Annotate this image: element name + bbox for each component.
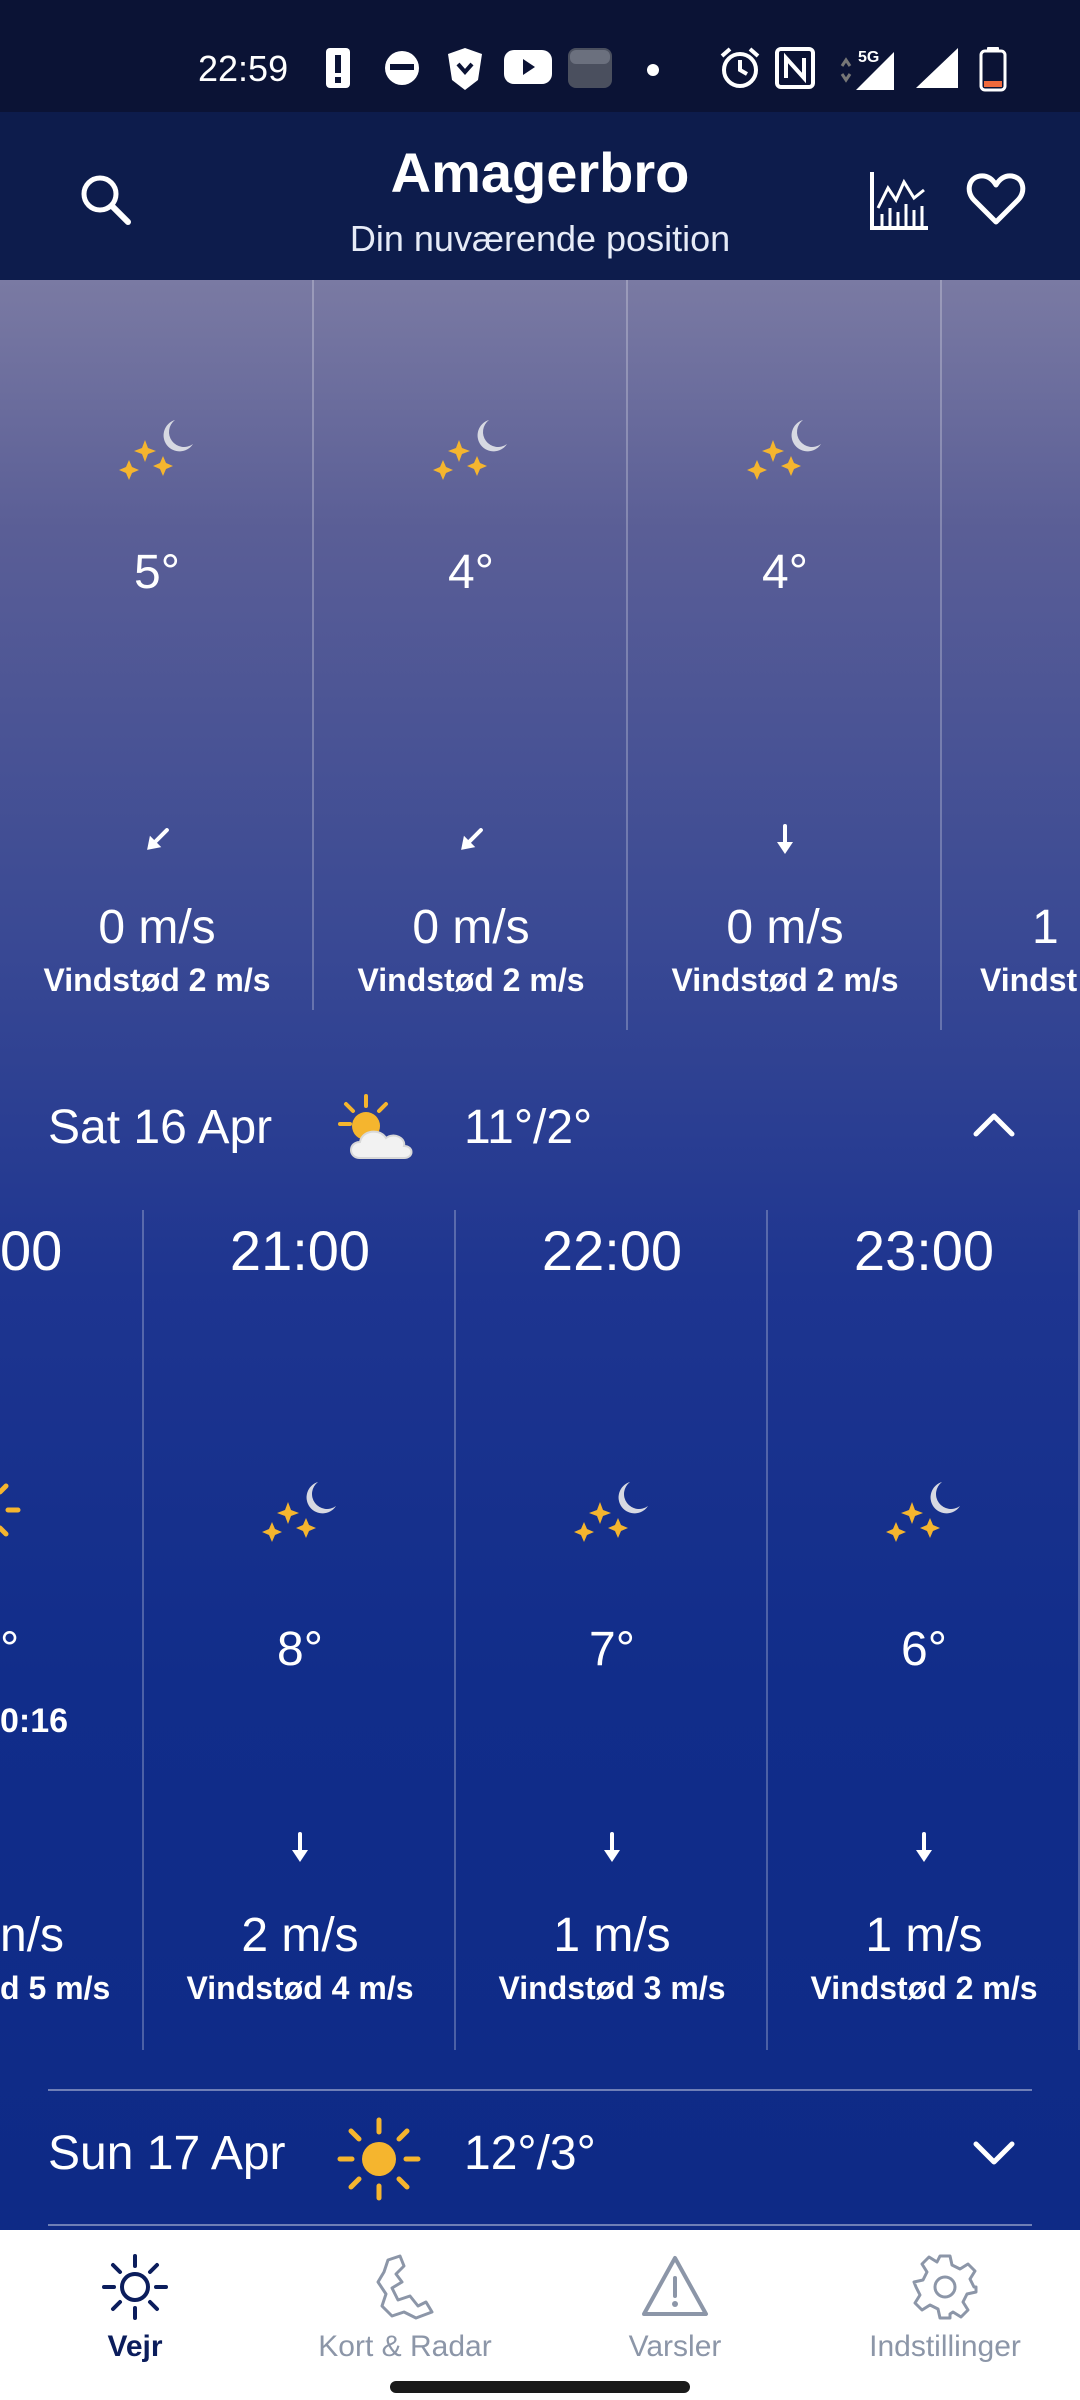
hour-wind: n/s (0, 1909, 65, 1962)
sat-hourly-strip[interactable]: 00 ° 0:16 n/s d 5 m/s 21:00 8° 2 m/s Vin… (0, 1210, 1080, 2050)
hour-gust: Vindstød 3 m/s (498, 1970, 726, 2006)
hour-temp: 4° (762, 546, 808, 599)
status-bar: 22:59 5G (0, 0, 1080, 112)
favorite-button[interactable] (956, 160, 1036, 240)
signal-5g-icon: 5G (840, 49, 894, 90)
hour-gust: Vindstød 2 m/s (357, 962, 585, 998)
upper-hourly-strip[interactable]: 5° 0 m/s Vindstød 2 m/s 4° 0 m/s Vindstø… (0, 280, 1080, 1030)
day-date: Sat 16 Apr (48, 1101, 273, 1154)
gear-icon (912, 2254, 978, 2320)
divider (48, 2089, 1032, 2091)
hour-column: 4° 0 m/s Vindstød 2 m/s (628, 280, 942, 1030)
hour-time: 21:00 (229, 1219, 371, 1282)
hour-wind: 1 m/s (553, 1909, 671, 1962)
hour-column: 5° 0 m/s Vindstød 2 m/s (0, 280, 314, 1030)
nfc-icon (775, 47, 815, 89)
wind-direction-arrow-icon (914, 1832, 934, 1864)
hour-wind: 0 m/s (726, 901, 844, 954)
day-date: Sun 17 Apr (48, 2127, 286, 2180)
clear-night-icon (262, 1482, 336, 1542)
chevron-down-icon[interactable] (968, 2126, 1020, 2178)
clear-night-icon (433, 420, 507, 480)
more-notifications-icon (647, 64, 659, 76)
hour-gust: Vindstød 2 m/s (43, 962, 271, 998)
hour-column-partial: 00 ° 0:16 n/s d 5 m/s (0, 1210, 144, 2050)
wind-direction-arrow-icon (455, 824, 487, 856)
network-label: 5G (858, 49, 879, 66)
nav-weather[interactable]: Vejr (0, 2252, 270, 2364)
day-row-sun[interactable]: Sun 17 Apr 12°/3° (0, 2096, 1080, 2216)
cell-signal-icon (916, 48, 958, 88)
hour-sunset: 0:16 (0, 1702, 69, 1740)
nav-label: Vejr (107, 2330, 163, 2363)
wind-direction-arrow-icon (290, 1832, 310, 1864)
warning-icon (642, 2256, 708, 2316)
battery-icon (979, 47, 1007, 92)
home-indicator[interactable] (390, 2381, 690, 2393)
favorite-heart-icon (966, 173, 1026, 225)
divider (48, 2224, 1032, 2226)
hour-column-partial: 1 Vindst (942, 280, 1080, 1030)
alarm-icon (720, 47, 760, 88)
hour-wind: 1 m/s (865, 1909, 983, 1962)
hour-time: 22:00 (541, 1219, 683, 1282)
hour-time: 23:00 (853, 1219, 995, 1282)
hour-column: 23:00 6° 1 m/s Vindstød 2 m/s (768, 1210, 1080, 2050)
wind-direction-arrow-icon (775, 824, 795, 856)
hour-column: 22:00 7° 1 m/s Vindstød 3 m/s (456, 1210, 768, 2050)
day-row-sat[interactable]: Sat 16 Apr 11°/2° (0, 1070, 1080, 1190)
clear-night-icon (886, 1482, 960, 1542)
hour-time: 00 (0, 1219, 63, 1282)
hour-wind: 0 m/s (98, 901, 216, 954)
hour-column: 21:00 8° 2 m/s Vindstød 4 m/s (144, 1210, 456, 2050)
hour-temp: 5° (134, 546, 180, 599)
forecast-scroll-area[interactable]: 5° 0 m/s Vindstød 2 m/s 4° 0 m/s Vindstø… (0, 280, 1080, 2230)
wind-direction-arrow-icon (602, 1832, 622, 1864)
hour-temp: 4° (448, 546, 494, 599)
nav-label: Indstillinger (869, 2330, 1021, 2363)
brave-browser-icon (448, 48, 482, 90)
day-temps: 11°/2° (464, 1101, 593, 1154)
app-notification-icon (568, 48, 612, 88)
hour-temp: 6° (901, 1623, 947, 1676)
bottom-navigation: Vejr Kort & Radar Varsler Indstillinger (0, 2230, 1080, 2400)
hour-gust: Vindst (980, 962, 1078, 998)
map-icon (376, 2254, 434, 2320)
wind-direction-arrow-icon (141, 824, 173, 856)
day-temps: 12°/3° (464, 2127, 596, 2180)
alert-notification-icon (326, 48, 350, 88)
sun-icon (0, 1483, 21, 1537)
hour-wind: 0 m/s (412, 901, 530, 954)
youtube-icon (504, 50, 552, 84)
incognito-notification-icon (385, 51, 419, 85)
status-time: 22:59 (198, 48, 289, 89)
hour-gust: Vindstød 2 m/s (671, 962, 899, 998)
clear-night-icon (747, 420, 821, 480)
clear-night-icon (119, 420, 193, 480)
nav-warnings[interactable]: Varsler (540, 2252, 810, 2364)
sun-outline-icon (102, 2254, 168, 2320)
app-header: Amagerbro Din nuværende position (0, 112, 1080, 280)
hour-wind: 1 (1032, 901, 1059, 954)
partly-cloudy-icon (338, 1094, 413, 1159)
nav-settings[interactable]: Indstillinger (810, 2252, 1080, 2364)
graph-button[interactable] (860, 160, 940, 240)
hour-temp: 7° (589, 1623, 635, 1676)
hour-gust: Vindstød 2 m/s (810, 1970, 1038, 2006)
nav-label: Kort & Radar (318, 2330, 492, 2363)
hour-wind: 2 m/s (241, 1909, 359, 1962)
clear-night-icon (574, 1482, 648, 1542)
hour-gust: d 5 m/s (0, 1970, 111, 2006)
hour-gust: Vindstød 4 m/s (186, 1970, 414, 2006)
hour-temp: ° (0, 1623, 20, 1676)
sun-icon (337, 2117, 421, 2201)
graph-icon (870, 172, 928, 230)
hour-column: 4° 0 m/s Vindstød 2 m/s (314, 280, 628, 1030)
nav-map-radar[interactable]: Kort & Radar (270, 2252, 540, 2364)
nav-label: Varsler (628, 2330, 722, 2363)
chevron-up-icon[interactable] (968, 1100, 1020, 1152)
hour-temp: 8° (277, 1623, 323, 1676)
